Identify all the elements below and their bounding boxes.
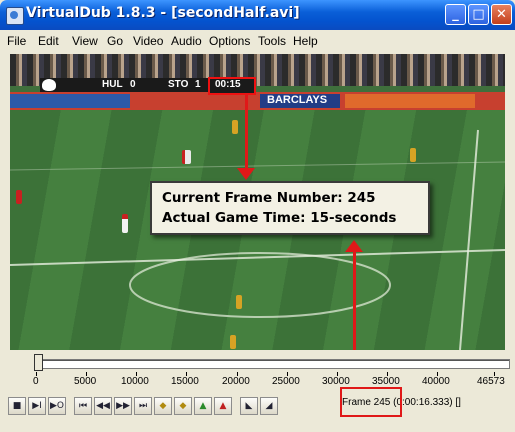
menu-tools[interactable]: Tools: [258, 34, 286, 48]
menu-view[interactable]: View: [72, 34, 98, 48]
window-title: VirtualDub 1.8.3 - [secondHalf.avi]: [26, 5, 300, 21]
league-crest-icon: [42, 79, 56, 91]
board-barclays-text: BARCLAYS: [267, 94, 328, 106]
play-output-button[interactable]: ▶O: [48, 397, 66, 415]
next-keyframe-button[interactable]: ◆: [174, 397, 192, 415]
timeline-label: 15000: [171, 376, 199, 387]
player: [236, 295, 242, 309]
player: [16, 190, 22, 204]
annotation-frame-number: Current Frame Number: 245: [162, 190, 376, 206]
arrow-down-shaft: [245, 94, 248, 170]
mark-out-button[interactable]: ◢: [260, 397, 278, 415]
annotation-callout: Current Frame Number: 245 Actual Game Ti…: [150, 181, 430, 235]
go-start-button[interactable]: ⏮: [74, 397, 92, 415]
timeline-label: 5000: [74, 376, 97, 387]
menu-edit[interactable]: Edit: [38, 34, 59, 48]
menu-go[interactable]: Go: [107, 34, 123, 48]
stop-button[interactable]: ■: [8, 397, 26, 415]
menu-options[interactable]: Options: [209, 34, 250, 48]
scene-forward-button[interactable]: ▲: [214, 397, 232, 415]
maximize-button[interactable]: □: [468, 4, 489, 25]
timeline-label: 30000: [322, 376, 350, 387]
home-team: HUL: [102, 79, 123, 90]
player: [410, 148, 416, 162]
go-end-button[interactable]: ⏭: [134, 397, 152, 415]
away-score: 1: [195, 79, 201, 90]
mark-in-button[interactable]: ◣: [240, 397, 258, 415]
scoreboard: HUL 0 STO 1 00:15: [40, 77, 256, 95]
annotation-game-time: Actual Game Time: 15-seconds: [162, 210, 397, 226]
minimize-button[interactable]: _: [445, 4, 466, 25]
close-button[interactable]: ✕: [491, 4, 512, 25]
arrow-down-head: [237, 168, 255, 180]
prev-keyframe-button[interactable]: ◆: [154, 397, 172, 415]
game-clock: 00:15: [215, 79, 241, 90]
player: [122, 214, 128, 233]
menu-video[interactable]: Video: [133, 34, 163, 48]
player: [230, 335, 236, 349]
timeline-label: 25000: [272, 376, 300, 387]
timeline-label: 20000: [222, 376, 250, 387]
timeline-track[interactable]: [36, 359, 510, 369]
title-bar[interactable]: VirtualDub 1.8.3 - [secondHalf.avi] _ □ …: [0, 0, 515, 30]
board-left: [10, 94, 130, 108]
play-input-button[interactable]: ▶I: [28, 397, 46, 415]
away-team: STO: [168, 79, 189, 90]
scene-back-button[interactable]: ▲: [194, 397, 212, 415]
timeline-label: 40000: [422, 376, 450, 387]
menu-bar: File Edit View Go Video Audio Options To…: [0, 30, 515, 52]
menu-help[interactable]: Help: [293, 34, 318, 48]
player: [232, 120, 238, 134]
timeline-label: 0: [33, 376, 39, 387]
menu-audio[interactable]: Audio: [171, 34, 202, 48]
timeline-label: 46573: [477, 376, 505, 387]
step-forward-button[interactable]: ▶▶: [114, 397, 132, 415]
board-right: [345, 94, 475, 108]
timeline-thumb[interactable]: [34, 354, 43, 371]
menu-file[interactable]: File: [7, 34, 26, 48]
app-icon[interactable]: [6, 7, 24, 25]
home-score: 0: [130, 79, 136, 90]
timeline-label: 10000: [121, 376, 149, 387]
timeline-label: 35000: [372, 376, 400, 387]
step-back-button[interactable]: ◀◀: [94, 397, 112, 415]
player: [182, 150, 191, 164]
frame-status-highlight: [340, 387, 402, 417]
